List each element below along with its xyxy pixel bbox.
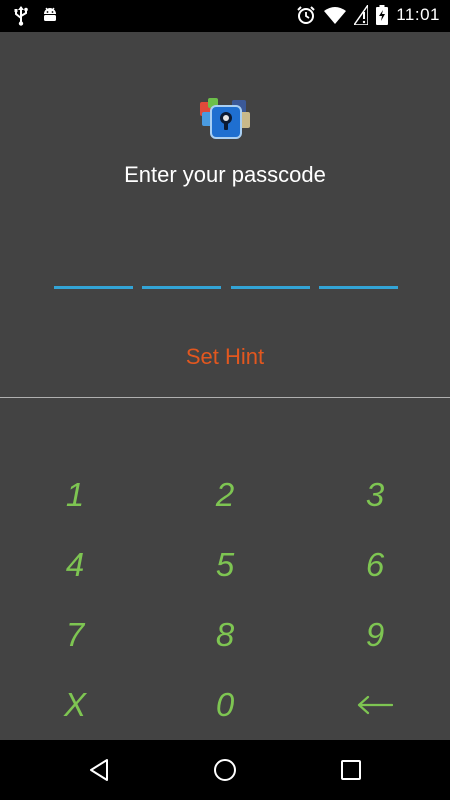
- backspace-arrow-icon: [357, 695, 393, 715]
- status-bar: 11:01: [0, 0, 450, 32]
- key-0[interactable]: 0: [150, 670, 300, 740]
- clock: 11:01: [396, 5, 440, 24]
- passcode-lock-app-icon: [198, 96, 254, 144]
- pin-slot-1: [54, 286, 133, 289]
- key-4[interactable]: 4: [0, 530, 150, 600]
- key-3[interactable]: 3: [300, 460, 450, 530]
- recents-icon[interactable]: [339, 758, 363, 782]
- key-1[interactable]: 1: [0, 460, 150, 530]
- navigation-bar: [0, 740, 450, 800]
- wifi-icon: [324, 6, 347, 24]
- key-5[interactable]: 5: [150, 530, 300, 600]
- passcode-input[interactable]: [54, 286, 398, 289]
- no-sim-icon: [354, 5, 369, 25]
- alarm-icon: [296, 5, 316, 25]
- keypad: 1 2 3 4 5 6 7 8 9 X 0: [0, 460, 450, 740]
- pin-slot-2: [142, 286, 222, 289]
- pin-slot-4: [318, 286, 398, 289]
- key-6[interactable]: 6: [300, 530, 450, 600]
- set-hint-button[interactable]: Set Hint: [0, 344, 450, 370]
- home-icon[interactable]: [213, 758, 237, 782]
- passcode-prompt: Enter your passcode: [124, 162, 326, 187]
- divider: [0, 397, 450, 398]
- back-icon[interactable]: [88, 758, 112, 782]
- battery-charging-icon: [376, 5, 389, 25]
- pin-slot-3: [230, 286, 310, 289]
- key-2[interactable]: 2: [150, 460, 300, 530]
- backspace-key[interactable]: [300, 670, 450, 740]
- android-debug-icon: [42, 6, 58, 26]
- key-9[interactable]: 9: [300, 600, 450, 670]
- usb-icon: [14, 6, 28, 26]
- key-clear[interactable]: X: [0, 670, 150, 740]
- key-8[interactable]: 8: [150, 600, 300, 670]
- key-7[interactable]: 7: [0, 600, 150, 670]
